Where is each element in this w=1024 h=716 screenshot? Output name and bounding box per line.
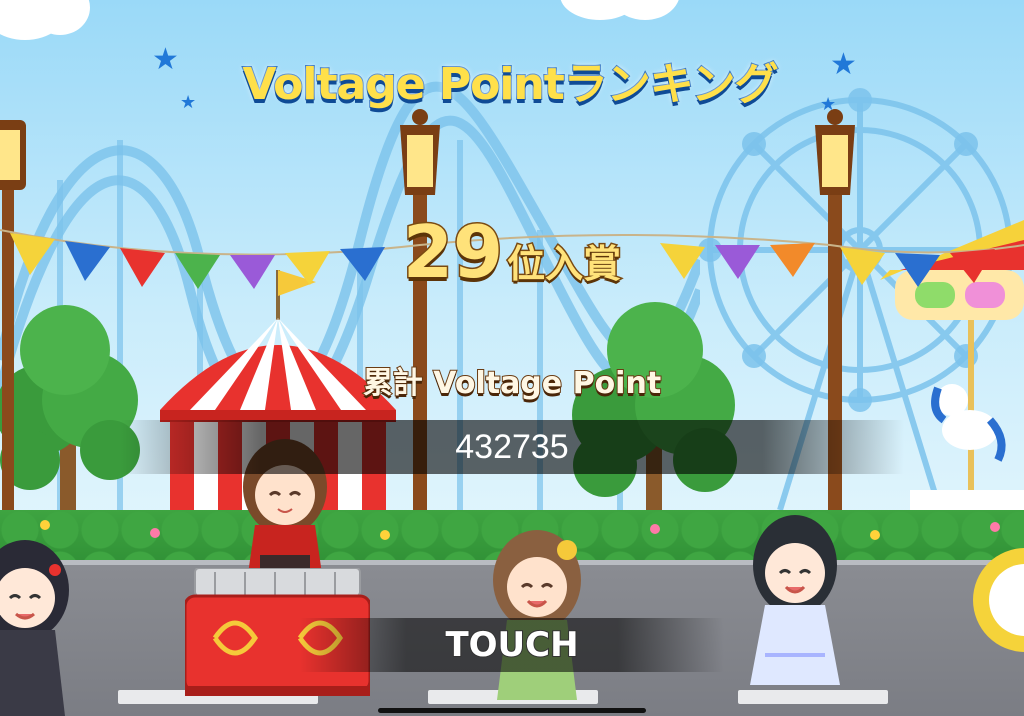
- idol-character: [493, 530, 581, 700]
- cumulative-points-label: 累計 Voltage Point: [362, 365, 662, 402]
- rank-number: 29: [401, 210, 504, 294]
- flower: [990, 522, 1000, 532]
- ranking-title: Voltage Pointランキング: [242, 58, 780, 111]
- rank-suffix: 位入賞: [506, 241, 623, 288]
- rank-result: 29 位入賞: [362, 208, 662, 294]
- game-scene[interactable]: ★ ★ ★ ★ Voltage Pointランキング 29 位入賞 累計 Vol…: [0, 0, 1024, 716]
- flower: [380, 530, 390, 540]
- cart-wheel: [973, 548, 1024, 652]
- ranking-title-banner: Voltage Pointランキング: [160, 40, 860, 120]
- flower: [650, 524, 660, 534]
- home-indicator[interactable]: [378, 708, 646, 713]
- touch-prompt[interactable]: TOUCH: [300, 622, 724, 668]
- flower: [150, 528, 160, 538]
- flower: [870, 530, 880, 540]
- tree: [572, 302, 737, 525]
- cumulative-points-value: 432735: [455, 428, 569, 466]
- street-lamp: [0, 120, 26, 520]
- idol-character: [0, 540, 69, 716]
- flower: [40, 520, 50, 530]
- idol-character: [750, 515, 840, 685]
